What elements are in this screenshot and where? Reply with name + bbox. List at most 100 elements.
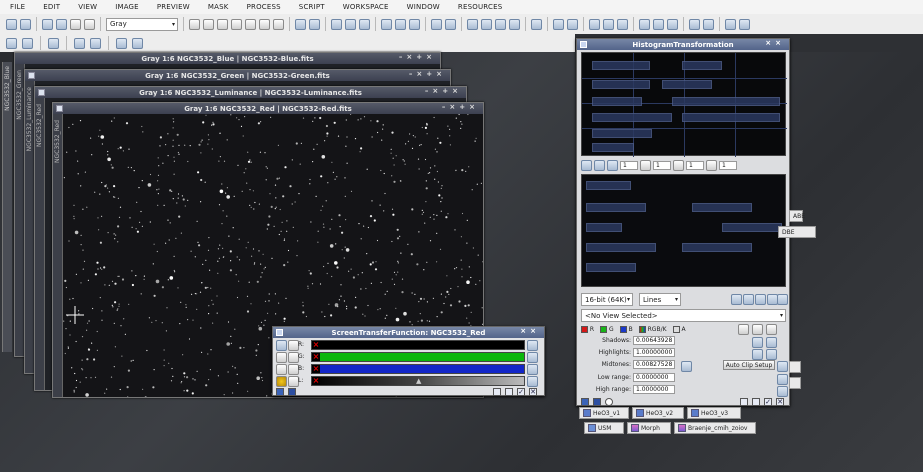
window-controls[interactable]: –×+× [442,103,479,111]
preview-icon[interactable] [740,398,748,406]
tile-icon[interactable] [431,18,442,30]
shadows-reset-icon[interactable] [766,337,777,348]
zoom-icon[interactable] [673,159,684,171]
new-image-icon[interactable] [381,18,392,30]
channel-g[interactable]: G [600,325,614,333]
stf-boost-icon[interactable] [509,18,520,30]
process-icon-heo3-v1[interactable]: HeO3_v1 [579,407,629,419]
real-time-preview-icon[interactable] [752,398,760,406]
low-range-reset-icon[interactable] [777,374,788,385]
window-title-bar[interactable]: Gray 1:6 NGC3532_Blue | NGC3532-Blue.fit… [15,53,440,64]
image-tab-blue[interactable]: NGC3532_Blue [2,62,12,352]
stf-dialog[interactable]: ScreenTransferFunction: NGC3532_Red ×× R… [272,326,545,396]
edit-tool-icon[interactable] [607,159,618,171]
zoom-tool-icon[interactable] [581,159,592,171]
ghost-process-icon[interactable] [789,377,801,389]
target-icon[interactable] [766,324,777,335]
process-icon-usm[interactable]: USM [584,422,624,434]
gear-icon[interactable] [752,324,763,335]
window-controls[interactable]: –×+× [399,53,436,61]
script-editor-icon[interactable] [132,37,143,49]
stf-row-l[interactable]: × ▲ [311,376,525,386]
new-instance-icon[interactable] [276,388,284,396]
stf-reset-icon[interactable] [481,18,492,30]
ghost-process-icon[interactable] [789,361,801,373]
view-selector[interactable]: <No View Selected> ▾ [581,309,786,322]
menu-script[interactable]: SCRIPT [299,3,325,11]
view-explorer-icon[interactable] [48,37,59,49]
zoom-optimal-icon[interactable] [359,18,370,30]
zoom-1-1-icon[interactable] [331,18,342,30]
midtones-reset-icon[interactable] [681,361,692,372]
cascade-icon[interactable] [445,18,456,30]
mask-yellow-icon[interactable] [639,18,650,30]
undo-icon[interactable] [6,18,17,30]
apply-global-icon[interactable] [605,398,613,406]
mask-cyan-icon[interactable] [667,18,678,30]
history-explorer-icon[interactable] [90,37,101,49]
redo-all-icon[interactable] [56,18,67,30]
format-explorer-icon[interactable] [116,37,127,49]
history-icon[interactable] [70,18,81,30]
process-icon-morph[interactable]: Morph [627,422,671,434]
menu-window[interactable]: WINDOW [407,3,440,11]
highlights-reset-icon[interactable] [766,349,777,360]
mask-transparent-icon[interactable] [739,18,750,30]
apply-icon[interactable] [593,398,601,406]
bit-depth-select[interactable]: 16-bit (64K) ▾ [581,293,633,306]
move-icon[interactable] [231,18,242,30]
reset-b-icon[interactable] [527,364,538,375]
apply-icon[interactable] [288,388,296,396]
mask-enable-icon[interactable] [567,18,578,30]
horizontal-zoom-field[interactable]: 1 [620,160,638,170]
mask-toggle-icon[interactable] [84,18,95,30]
process-icon-braenje[interactable]: Braenje_cmih_zoiov [674,422,756,434]
spin-arrows-icon[interactable] [640,159,651,171]
high-range-field[interactable]: 1.0000000 [633,385,675,394]
vertical-zoom-field[interactable]: 1 [653,160,671,170]
auto-stretch-icon[interactable] [276,340,287,351]
new-preview-icon[interactable] [259,18,270,30]
stf-row-r[interactable]: × [311,340,525,350]
menu-preview[interactable]: PREVIEW [157,3,190,11]
mask-invert-icon[interactable] [553,18,564,30]
mask-green-icon[interactable] [603,18,614,30]
menu-edit[interactable]: EDIT [43,3,60,11]
auto-clip-setup-button[interactable]: Auto Clip Setup [723,360,775,370]
stf-auto-icon[interactable] [467,18,478,30]
radiation-icon[interactable] [276,376,287,387]
menu-view[interactable]: VIEW [78,3,97,11]
zoom-fit-window-icon[interactable] [345,18,356,30]
pan-icon[interactable] [217,18,228,30]
mask-replace-icon[interactable] [703,18,714,30]
shadows-clip-icon[interactable] [752,337,763,348]
dialog-title-bar[interactable]: HistogramTransformation ×× [577,39,789,50]
color-mode-select[interactable]: Gray ▾ [106,17,178,31]
window-controls[interactable]: –×+× [425,87,462,95]
menu-process[interactable]: PROCESS [247,3,281,11]
stf-link-icon[interactable] [495,18,506,30]
process-icon-heo3-v3[interactable]: HeO3_v3 [687,407,741,419]
mask-multiply-icon[interactable] [725,18,736,30]
stf-row-g[interactable]: × [311,352,525,362]
shadows-field[interactable]: 0.00643928 [633,336,675,345]
high-range-reset-icon[interactable] [777,386,788,397]
midtones-marker-icon[interactable]: ▲ [416,377,421,385]
spin-arrows-icon[interactable] [706,159,717,171]
highlights-clip-icon[interactable] [752,349,763,360]
dialog-controls[interactable]: ×× [765,39,785,47]
reset-icon[interactable] [738,324,749,335]
undo-all-icon[interactable] [42,18,53,30]
reject-icon[interactable] [743,294,754,305]
menu-workspace[interactable]: WORKSPACE [343,3,389,11]
stf-row-b[interactable]: × [311,364,525,374]
channel-b[interactable]: B [619,325,633,333]
new-instance-icon[interactable] [581,398,589,406]
redo-icon[interactable] [20,18,31,30]
menu-file[interactable]: FILE [10,3,25,11]
menu-mask[interactable]: MASK [208,3,229,11]
histogram-output-graph[interactable] [581,174,786,287]
cancel-icon[interactable]: ✕ [529,388,537,396]
check-icon[interactable]: ✓ [764,398,772,406]
window-controls[interactable]: –×+× [409,70,446,78]
